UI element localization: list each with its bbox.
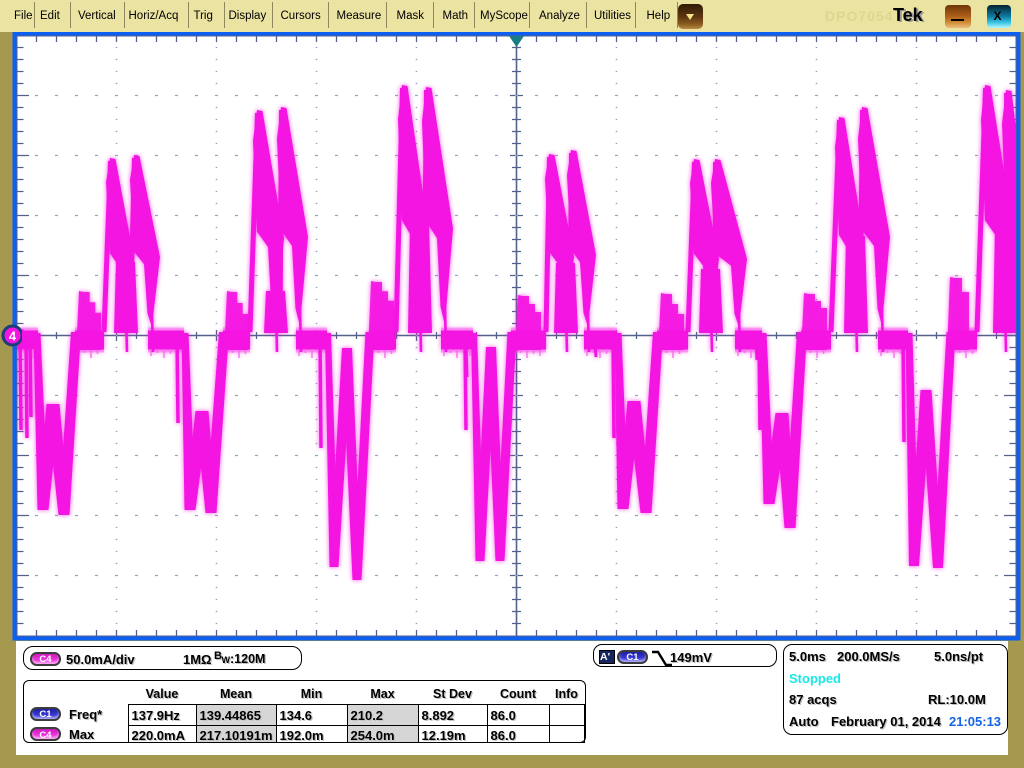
svg-text:4: 4 <box>9 329 17 344</box>
